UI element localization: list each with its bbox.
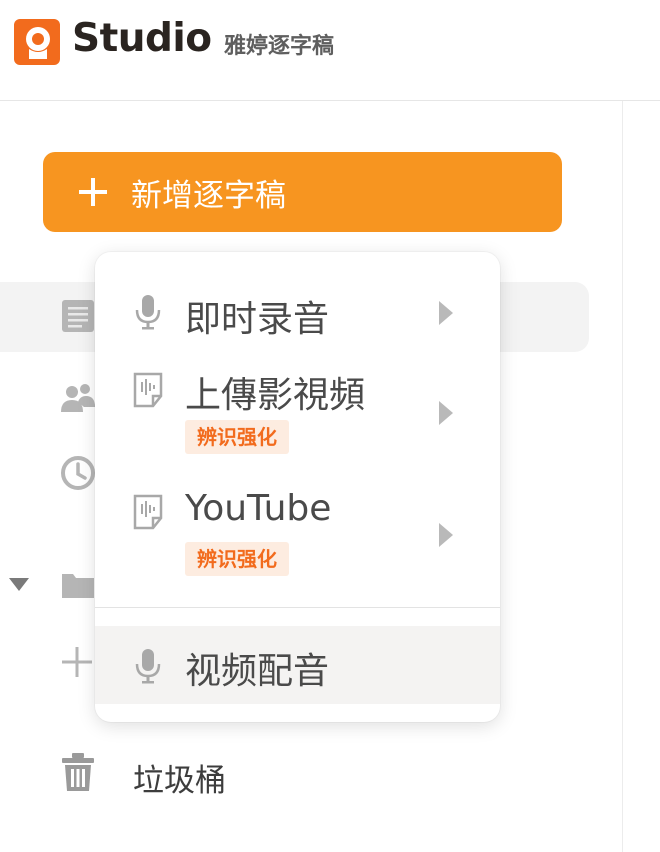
menu-divider	[95, 607, 500, 608]
menu-item-upload-video[interactable]: 上傳影視頻 辨识强化	[95, 362, 500, 472]
audio-file-icon	[133, 372, 163, 408]
add-folder-icon[interactable]	[60, 645, 94, 679]
new-transcript-menu: 即时录音 上傳影視頻 辨识强化 YouTube 辨识强化 视频配音	[95, 252, 500, 722]
chevron-right-icon	[439, 301, 453, 325]
new-transcript-label: 新增逐字稿	[131, 177, 286, 214]
trash-label[interactable]: 垃圾桶	[133, 755, 226, 800]
enhanced-recognition-badge: 辨识强化	[185, 420, 289, 454]
logo-icon	[14, 19, 60, 65]
plus-icon	[79, 178, 107, 206]
menu-item-video-dubbing[interactable]: 视频配音	[95, 626, 500, 704]
document-icon[interactable]	[60, 298, 96, 334]
menu-item-label: 视频配音	[185, 651, 330, 692]
menu-item-label: 即时录音	[185, 299, 330, 340]
menu-item-label: YouTube	[185, 488, 332, 529]
enhanced-recognition-badge: 辨识强化	[185, 542, 289, 576]
users-icon[interactable]	[60, 380, 96, 416]
chevron-right-icon	[439, 523, 453, 547]
app-header: Studio 雅婷逐字稿	[0, 0, 660, 101]
brand-subtitle: 雅婷逐字稿	[224, 34, 335, 59]
chevron-right-icon	[439, 401, 453, 425]
caret-down-icon[interactable]	[8, 575, 30, 593]
content-divider	[622, 101, 623, 852]
clock-icon[interactable]	[60, 455, 96, 491]
menu-item-label: 上傳影視頻	[185, 375, 366, 416]
audio-file-icon	[133, 494, 163, 530]
new-transcript-button[interactable]: 新增逐字稿	[43, 152, 562, 232]
microphone-icon	[135, 295, 161, 330]
folder-icon[interactable]	[60, 566, 96, 602]
trash-icon[interactable]	[60, 752, 96, 792]
menu-item-live-recording[interactable]: 即时录音	[95, 274, 500, 352]
brand-name[interactable]: Studio	[72, 16, 212, 61]
menu-item-youtube[interactable]: YouTube 辨识强化	[95, 484, 500, 594]
microphone-icon	[135, 649, 161, 684]
